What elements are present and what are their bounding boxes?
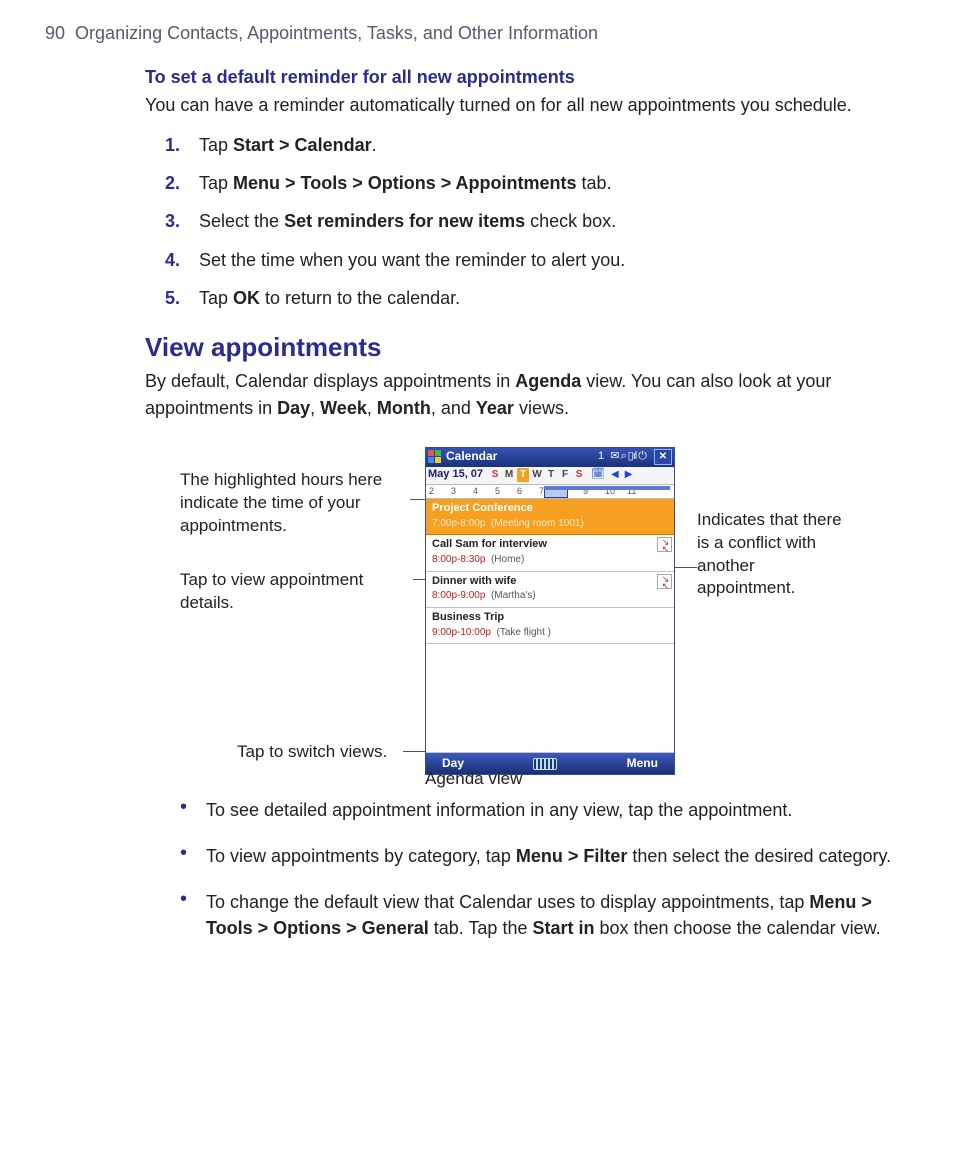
callout-line [673, 567, 697, 568]
callout-switch-views: Tap to switch views. [237, 741, 387, 764]
app-title: Calendar [446, 448, 497, 465]
agenda-item-title: Dinner with wife [432, 574, 670, 590]
section-subheading: To set a default reminder for all new ap… [145, 64, 909, 90]
section-heading: View appointments [145, 329, 909, 367]
agenda-item-detail: 7:00p-8:00p (Meeting room 1001) [432, 517, 670, 532]
dow-tue-today[interactable]: T [517, 468, 529, 483]
intro-paragraph: You can have a reminder automatically tu… [145, 92, 909, 118]
agenda-item[interactable]: Business Trip 9:00p-10:00p (Take flight … [426, 608, 674, 644]
page-header: 90 Organizing Contacts, Appointments, Ta… [45, 20, 909, 46]
page-number: 90 [45, 23, 65, 43]
dow-sat[interactable]: S [573, 468, 585, 483]
tray-notification-count: 1 [598, 449, 604, 465]
next-nav-icon[interactable]: ▶ [625, 468, 633, 483]
hour-tick: 2 [429, 485, 451, 498]
bullet-2: To view appointments by category, tap Me… [180, 843, 909, 869]
figure-wrap: The highlighted hours here indicate the … [45, 447, 909, 787]
callout-highlighted-hours: The highlighted hours here indicate the … [180, 469, 410, 538]
agenda-blank-area [426, 644, 674, 753]
step-4: Set the time when you want the reminder … [165, 247, 909, 273]
appointment-band [544, 486, 670, 490]
hour-tick: 3 [451, 485, 473, 498]
calendar-nav-icon[interactable]: 🗓 [591, 467, 605, 483]
dow-sun[interactable]: S [489, 468, 501, 483]
callout-view-details: Tap to view appointment details. [180, 569, 410, 615]
keyboard-icon[interactable] [533, 758, 557, 770]
hour-tick: 6 [517, 485, 539, 498]
step-1: Tap Start > Calendar. [165, 132, 909, 158]
softkey-right[interactable]: Menu [627, 755, 658, 772]
callout-conflict: Indicates that there is a conflict with … [697, 509, 857, 601]
step-2: Tap Menu > Tools > Options > Appointment… [165, 170, 909, 196]
phone-titlebar: Calendar 1 ✉ ⌕ ▯ıl ⏻ ✕ [426, 448, 674, 467]
tray-icons: ✉ ⌕ ▯ıl ⏻ [608, 449, 646, 465]
figure-caption: Agenda view [425, 767, 522, 792]
agenda-item-title: Call Sam for interview [432, 537, 670, 553]
agenda-item-detail: 9:00p-10:00p (Take flight ) [432, 626, 670, 641]
hour-tick: 5 [495, 485, 517, 498]
dow-thu[interactable]: T [545, 468, 557, 483]
agenda-item[interactable]: Call Sam for interview 8:00p-8:30p (Home… [426, 535, 674, 571]
hours-bar: 2 3 4 5 6 7 8 9 10 11 [426, 485, 674, 499]
bullet-list: To see detailed appointment information … [180, 797, 909, 941]
chapter-title: Organizing Contacts, Appointments, Tasks… [75, 23, 598, 43]
conflict-icon [657, 574, 672, 589]
close-button[interactable]: ✕ [654, 449, 672, 465]
agenda-item-selected[interactable]: Project Conference 7:00p-8:00p (Meeting … [426, 499, 674, 535]
agenda-item-title: Project Conference [432, 501, 670, 517]
dow-wed[interactable]: W [531, 468, 543, 483]
current-date: May 15, 07 [428, 467, 483, 483]
step-5: Tap OK to return to the calendar. [165, 285, 909, 311]
bullet-3: To change the default view that Calendar… [180, 889, 909, 941]
callout-line [403, 751, 427, 752]
conflict-icon [657, 537, 672, 552]
dow-fri[interactable]: F [559, 468, 571, 483]
agenda-item[interactable]: Dinner with wife 8:00p-9:00p (Martha's) [426, 572, 674, 608]
view-paragraph: By default, Calendar displays appointmen… [145, 368, 909, 420]
agenda-item-title: Business Trip [432, 610, 670, 626]
phone-screenshot: Calendar 1 ✉ ⌕ ▯ıl ⏻ ✕ May 15, 07 S M T … [425, 447, 675, 776]
hour-tick: 4 [473, 485, 495, 498]
agenda-list: Project Conference 7:00p-8:00p (Meeting … [426, 499, 674, 645]
steps-list: Tap Start > Calendar. Tap Menu > Tools >… [165, 132, 909, 310]
agenda-item-detail: 8:00p-9:00p (Martha's) [432, 589, 670, 604]
bullet-1: To see detailed appointment information … [180, 797, 909, 823]
windows-flag-icon [428, 450, 442, 464]
step-3: Select the Set reminders for new items c… [165, 208, 909, 234]
date-bar[interactable]: May 15, 07 S M T W T F S 🗓 ◀ ▶ [426, 467, 674, 485]
prev-nav-icon[interactable]: ◀ [611, 468, 619, 483]
agenda-item-detail: 8:00p-8:30p (Home) [432, 553, 670, 568]
dow-mon[interactable]: M [503, 468, 515, 483]
